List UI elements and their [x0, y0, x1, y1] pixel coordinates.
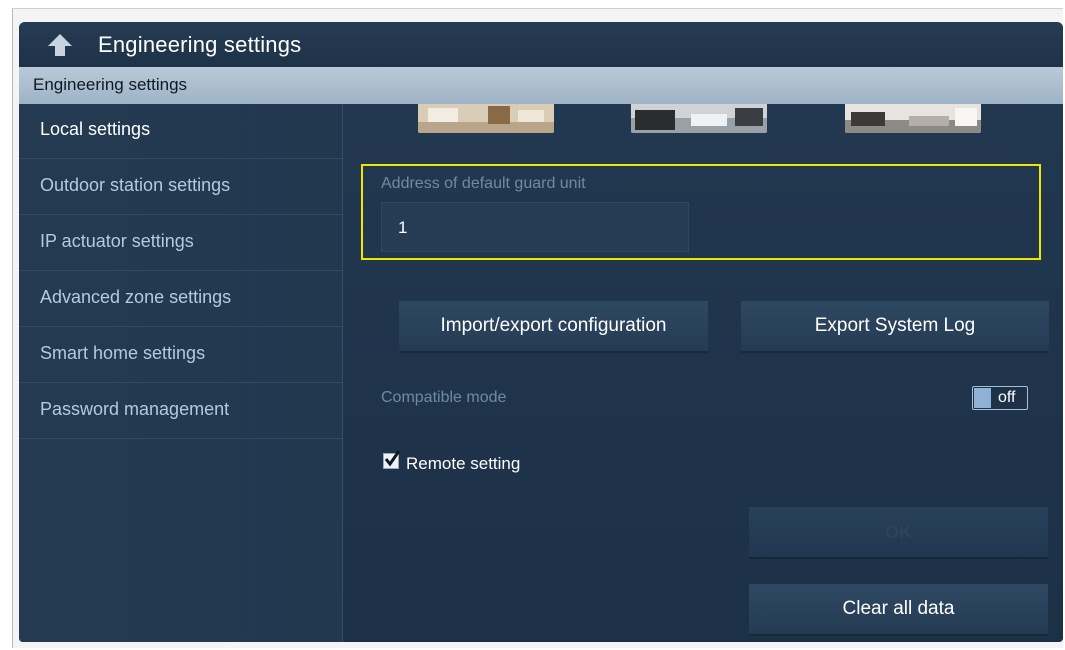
wallpaper-thumbnail[interactable] [418, 104, 554, 133]
sidebar-item-label: Smart home settings [40, 343, 206, 363]
checkmark-icon [384, 450, 401, 467]
sidebar-item-label: IP actuator settings [40, 231, 194, 251]
title-bar: Engineering settings [19, 22, 1063, 67]
sidebar-item-advanced-zone-settings[interactable]: Advanced zone settings [19, 272, 342, 327]
toggle-state-text: off [998, 389, 1016, 406]
compatible-mode-toggle[interactable]: off [972, 386, 1028, 410]
sidebar-item-label: Local settings [40, 119, 151, 139]
app-screen: Engineering settings Engineering setting… [19, 22, 1063, 642]
guard-unit-value: 1 [398, 218, 408, 237]
compatible-mode-label: Compatible mode [381, 389, 507, 406]
sidebar-item-smart-home-settings[interactable]: Smart home settings [19, 328, 342, 383]
section-header: Engineering settings [19, 67, 1063, 104]
remote-setting-checkbox[interactable] [383, 450, 401, 469]
remote-setting-label: Remote setting [406, 454, 521, 473]
ok-button[interactable]: OK [749, 507, 1048, 559]
sidebar-item-label: Password management [40, 399, 230, 419]
clear-all-data-button[interactable]: Clear all data [749, 584, 1048, 636]
wallpaper-thumbnail[interactable] [631, 104, 767, 133]
page-title: Engineering settings [98, 32, 302, 57]
section-title: Engineering settings [33, 75, 188, 94]
sidebar-item-label: Outdoor station settings [40, 175, 231, 195]
wallpaper-thumbnail[interactable] [845, 104, 981, 133]
export-system-log-button[interactable]: Export System Log [741, 301, 1049, 353]
back-arrow-icon[interactable] [47, 33, 73, 57]
toggle-knob [974, 388, 991, 408]
guard-unit-input[interactable]: 1 [381, 202, 689, 252]
sidebar-item-password-management[interactable]: Password management [19, 384, 342, 439]
sidebar: Local settings Outdoor station settings … [19, 104, 343, 642]
sidebar-item-outdoor-station-settings[interactable]: Outdoor station settings [19, 160, 342, 215]
sidebar-item-ip-actuator-settings[interactable]: IP actuator settings [19, 216, 342, 271]
guard-unit-label: Address of default guard unit [381, 175, 586, 192]
main-content: Address of default guard unit 1 Import/e… [343, 104, 1063, 642]
import-export-button[interactable]: Import/export configuration [399, 301, 708, 353]
sidebar-item-local-settings[interactable]: Local settings [19, 104, 342, 159]
sidebar-item-label: Advanced zone settings [40, 287, 232, 307]
